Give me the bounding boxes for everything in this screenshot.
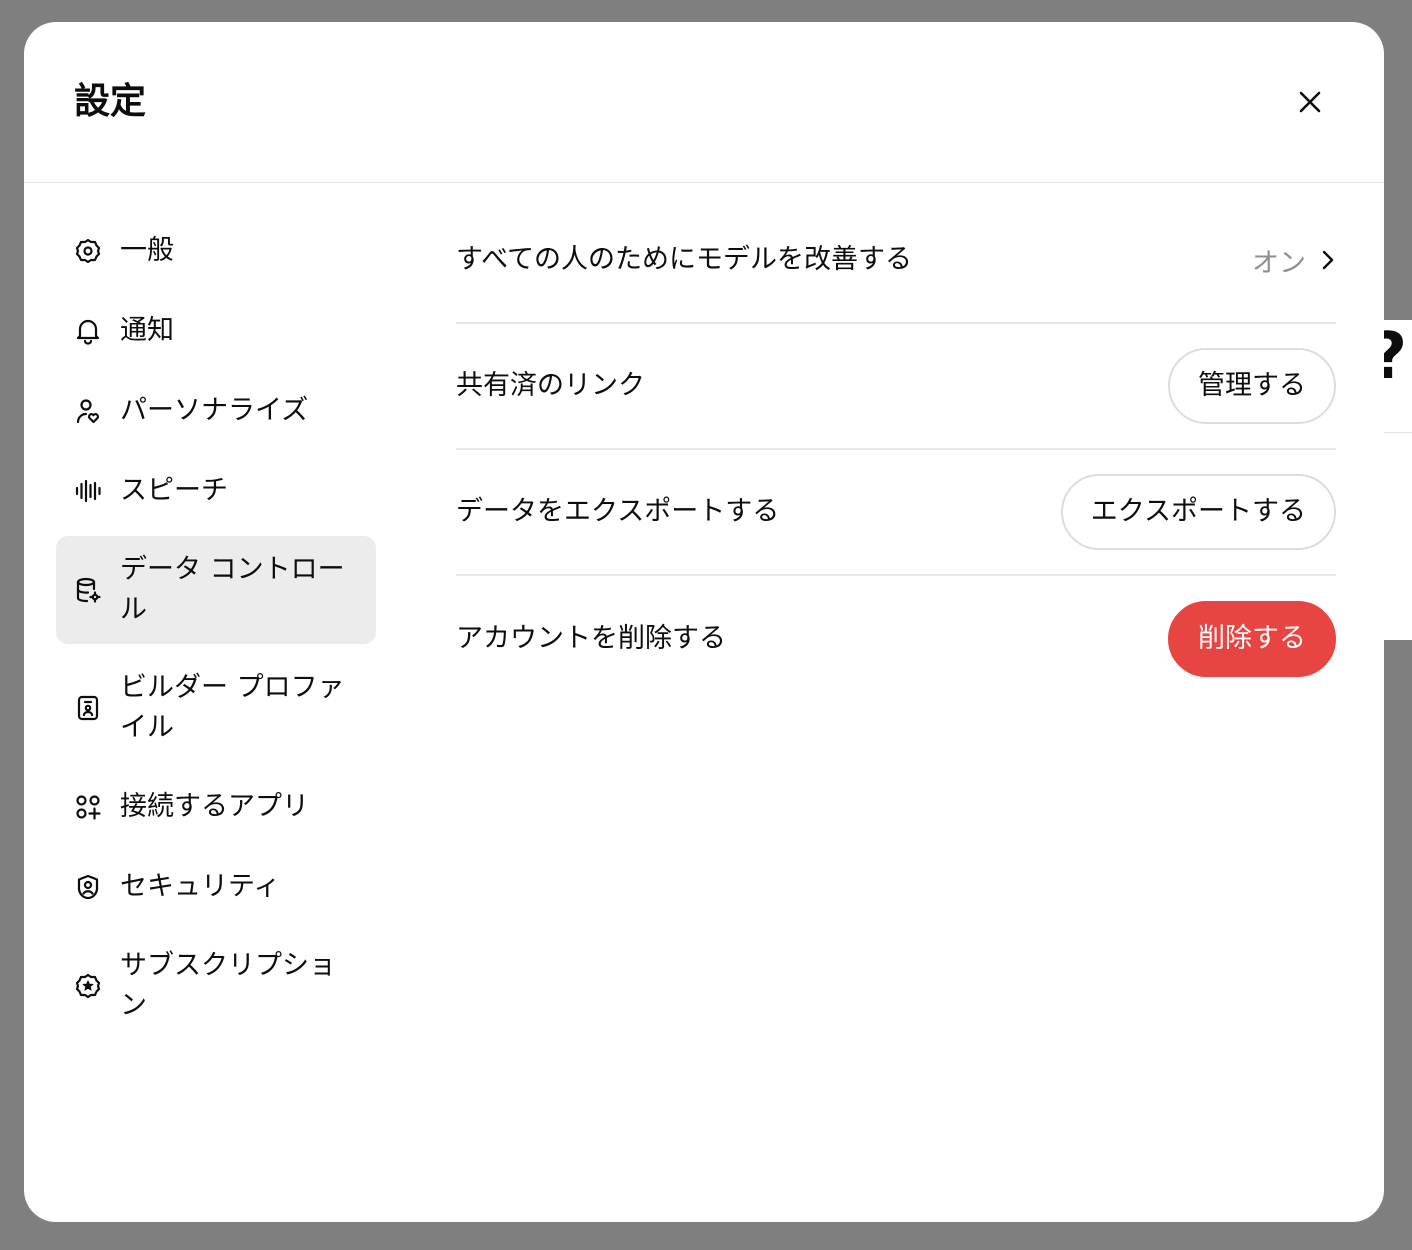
shared-links-label: 共有済のリンク [456,370,645,401]
improve-model-row: すべての人のためにモデルを改善する オン [456,198,1336,324]
sidebar-item-label: スピーチ [120,475,228,506]
settings-sidebar: 一般 通知 パーソナライズ スピーチ データ コントロール ビルダー プロファイ… [56,216,376,1050]
improve-model-label: すべての人のためにモデルを改善する [456,244,913,275]
delete-account-button[interactable]: 削除する [1168,601,1336,677]
sidebar-item-builder-profile[interactable]: ビルダー プロファイル [56,654,376,762]
person-heart-icon [74,397,102,425]
sidebar-item-label: セキュリティ [120,871,281,902]
sidebar-item-connected-apps[interactable]: 接続するアプリ [56,772,376,842]
export-data-label: データをエクスポートする [456,496,780,527]
sidebar-item-subscription[interactable]: サブスクリプション [56,932,376,1040]
sidebar-item-label: ビルダー プロファイル [120,672,345,743]
improve-model-toggle[interactable]: オン [1252,241,1336,280]
sidebar-item-label: サブスクリプション [120,950,336,1021]
close-button[interactable] [1290,82,1330,122]
data-controls-panel: すべての人のためにモデルを改善する オン 共有済のリンク 管理する データをエク… [456,198,1336,702]
modal-title: 設定 [74,81,147,122]
delete-account-row: アカウントを削除する 削除する [456,576,1336,702]
modal-header: 設定 [24,22,1384,183]
export-data-button[interactable]: エクスポートする [1060,474,1336,550]
manage-shared-links-button[interactable]: 管理する [1168,348,1336,424]
sidebar-item-general[interactable]: 一般 [56,216,376,286]
sidebar-item-label: 接続するアプリ [120,791,309,822]
waveform-icon [74,477,102,505]
sidebar-item-label: 通知 [120,315,174,346]
shield-user-icon [74,873,102,901]
badge-star-icon [74,972,102,1000]
chevron-right-icon [1322,250,1334,270]
gear-icon [74,237,102,265]
shared-links-row: 共有済のリンク 管理する [456,324,1336,450]
database-gear-icon [74,576,102,604]
sidebar-item-label: パーソナライズ [120,395,309,426]
sidebar-item-notifications[interactable]: 通知 [56,296,376,366]
id-badge-icon [74,694,102,722]
apps-plus-icon [74,793,102,821]
settings-modal: 設定 一般 通知 パーソナライズ スピーチ データ コントロール ビルダー プロ… [24,22,1384,1222]
improve-model-value: オン [1252,247,1306,279]
background-divider [1380,432,1412,433]
sidebar-item-security[interactable]: セキュリティ [56,852,376,922]
sidebar-item-data-controls[interactable]: データ コントロール [56,536,376,644]
export-data-row: データをエクスポートする エクスポートする [456,450,1336,576]
sidebar-item-personalize[interactable]: パーソナライズ [56,376,376,446]
sidebar-item-speech[interactable]: スピーチ [56,456,376,526]
sidebar-item-label: データ コントロール [120,554,345,625]
delete-account-label: アカウントを削除する [456,623,726,654]
close-icon [1299,91,1321,113]
sidebar-item-label: 一般 [120,235,174,266]
bell-icon [74,317,102,345]
